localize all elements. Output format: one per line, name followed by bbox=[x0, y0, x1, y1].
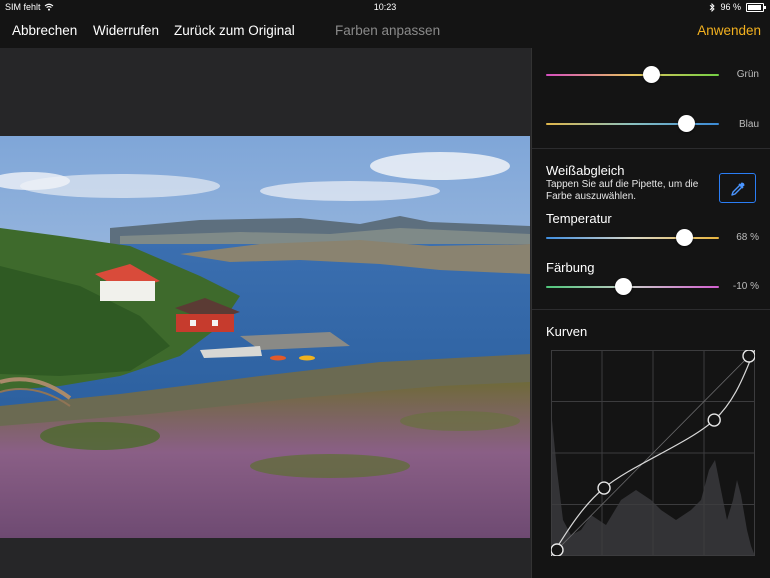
curve-control-point[interactable] bbox=[597, 481, 611, 495]
adjustment-panel: Grün Blau Weißabgleich Tappen Sie auf di… bbox=[531, 48, 770, 578]
status-bar: SIM fehlt 10:23 96 % bbox=[0, 0, 770, 15]
blue-slider[interactable] bbox=[546, 113, 719, 135]
blue-slider-thumb[interactable] bbox=[677, 115, 695, 132]
temperature-slider[interactable] bbox=[546, 227, 719, 249]
divider bbox=[532, 309, 770, 310]
temperature-title: Temperatur bbox=[546, 211, 612, 226]
eyedropper-icon bbox=[731, 182, 745, 196]
curve-control-point[interactable] bbox=[551, 543, 564, 556]
blue-label: Blau bbox=[738, 119, 759, 130]
temperature-value: 68 % bbox=[736, 232, 759, 243]
tint-slider-thumb[interactable] bbox=[615, 278, 633, 295]
battery-percent: 96 % bbox=[720, 2, 741, 12]
temperature-slider-track bbox=[546, 237, 719, 239]
cancel-button[interactable]: Abbrechen bbox=[12, 23, 77, 38]
white-balance-title: Weißabgleich bbox=[546, 163, 625, 178]
toolbar: Abbrechen Widerrufen Zurück zum Original… bbox=[0, 15, 770, 48]
battery-icon bbox=[746, 2, 766, 12]
photo-preview[interactable] bbox=[0, 136, 530, 538]
page-title: Farben anpassen bbox=[335, 23, 441, 38]
tint-slider[interactable] bbox=[546, 276, 719, 298]
undo-button[interactable]: Widerrufen bbox=[93, 23, 159, 38]
divider bbox=[532, 148, 770, 149]
curve-control-point[interactable] bbox=[742, 350, 755, 363]
curves-title: Kurven bbox=[546, 324, 588, 339]
apply-button[interactable]: Anwenden bbox=[697, 23, 761, 38]
landscape-photo bbox=[0, 136, 530, 538]
green-slider-thumb[interactable] bbox=[643, 66, 661, 83]
green-slider-track bbox=[546, 74, 719, 76]
temperature-slider-thumb[interactable] bbox=[675, 229, 693, 246]
white-balance-hint: Tappen Sie auf die Pipette, um die Farbe… bbox=[546, 179, 699, 202]
clock: 10:23 bbox=[373, 2, 397, 12]
green-slider[interactable] bbox=[546, 64, 719, 86]
green-label: Grün bbox=[736, 69, 759, 80]
system-status: 96 % bbox=[709, 2, 766, 12]
curves-editor[interactable] bbox=[551, 350, 755, 556]
bluetooth-icon bbox=[710, 2, 716, 12]
revert-to-original-button[interactable]: Zurück zum Original bbox=[174, 23, 295, 38]
eyedropper-button[interactable] bbox=[719, 173, 756, 203]
image-canvas bbox=[0, 48, 530, 578]
curve-control-point[interactable] bbox=[707, 413, 721, 427]
tint-value: -10 % bbox=[732, 281, 759, 292]
tint-slider-track bbox=[546, 286, 719, 288]
tint-title: Färbung bbox=[546, 260, 595, 275]
